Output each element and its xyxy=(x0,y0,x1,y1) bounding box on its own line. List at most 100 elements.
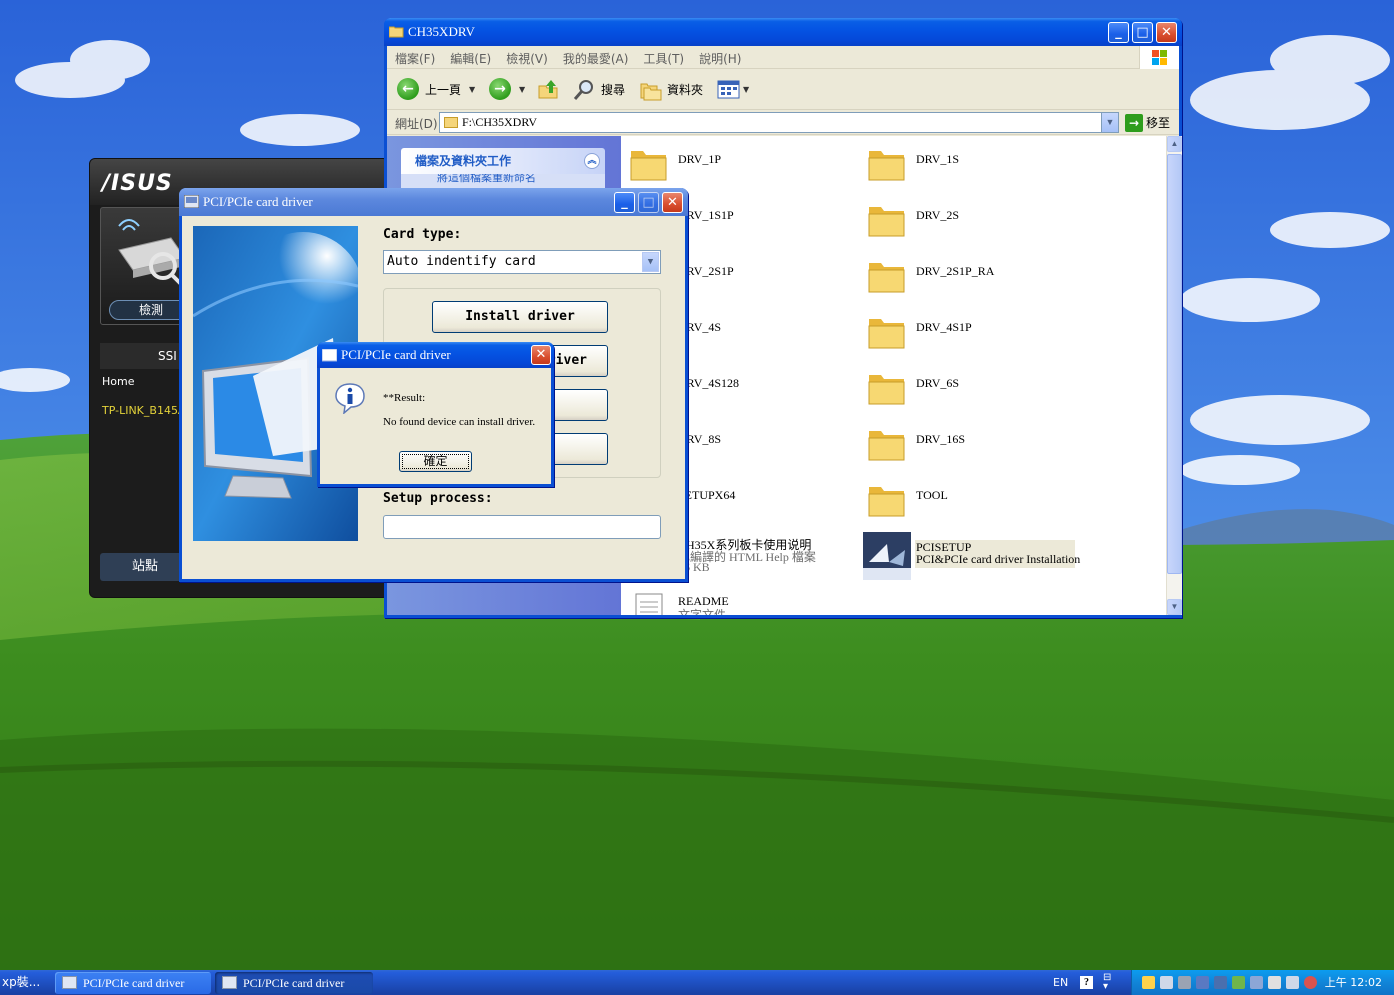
window-icon xyxy=(322,349,337,362)
views-dropdown-icon[interactable]: ▼ xyxy=(743,78,749,102)
views-icon xyxy=(717,80,740,99)
help-icon[interactable]: ? xyxy=(1080,976,1093,989)
file-name: DRV_1S xyxy=(916,152,960,166)
system-tray: 上午 12:02 xyxy=(1131,970,1394,995)
address-input[interactable]: F:\CH35XDRV ▼ xyxy=(439,112,1119,133)
menu-edit[interactable]: 編輯(E) xyxy=(442,46,498,67)
file-name: DRV_2S1P_RA xyxy=(916,264,995,278)
go-button[interactable]: → 移至 xyxy=(1125,113,1170,133)
file-tasks-body: 將這個檔案重新命名 xyxy=(401,174,605,188)
chevron-down-icon[interactable]: ▼ xyxy=(642,252,659,272)
card-type-select[interactable]: Auto indentify card ▼ xyxy=(383,250,661,274)
security-shield-icon[interactable] xyxy=(1142,976,1155,989)
app-window-icon xyxy=(222,976,237,989)
setup-app-icon xyxy=(863,532,911,580)
back-button[interactable]: ← 上一頁 ▼ xyxy=(397,78,477,104)
folder-icon xyxy=(868,487,905,517)
tool-icon[interactable] xyxy=(1178,976,1191,989)
windows-logo-icon xyxy=(1139,46,1179,69)
explorer-titlebar[interactable]: CH35XDRV _ □ ✕ xyxy=(384,18,1182,46)
address-value: F:\CH35XDRV xyxy=(462,115,538,129)
ok-button[interactable]: 確定 xyxy=(399,451,472,472)
result-message: No found device can install driver. xyxy=(383,416,536,428)
app-window-icon xyxy=(62,976,77,989)
keyboard-icon[interactable] xyxy=(1268,976,1281,989)
maximize-button[interactable]: □ xyxy=(1132,22,1153,43)
file-item-selected[interactable]: PCISETUP PCI&PCIe card driver Installati… xyxy=(863,532,1080,582)
collapse-chevron-icon[interactable]: ︽ xyxy=(584,153,600,169)
folders-label: 資料夾 xyxy=(667,83,704,97)
scroll-thumb[interactable] xyxy=(1167,154,1182,574)
search-button[interactable]: 搜尋 xyxy=(573,78,633,104)
language-bar-options-icon[interactable]: ⊟ ▾ xyxy=(1103,973,1111,992)
back-dropdown-icon[interactable]: ▼ xyxy=(469,78,475,102)
home-label: Home xyxy=(102,375,135,388)
up-folder-icon xyxy=(538,80,558,99)
forward-arrow-icon: → xyxy=(489,78,511,100)
display-icon[interactable] xyxy=(1214,976,1227,989)
views-button[interactable]: ▼ xyxy=(717,78,753,104)
task-label: PCI/PCIe card driver xyxy=(243,976,345,990)
language-indicator[interactable]: EN xyxy=(1053,970,1068,995)
rename-task-link[interactable]: 將這個檔案重新命名 xyxy=(437,174,536,184)
forward-button[interactable]: → ▼ xyxy=(489,78,529,104)
network-item[interactable]: TP-LINK_B145A xyxy=(102,404,185,417)
file-type: 文字文件 xyxy=(678,608,727,615)
card-type-value: Auto indentify card xyxy=(387,254,536,269)
msgbox-titlebar[interactable]: PCI/PCIe card driver ✕ xyxy=(317,342,554,368)
address-label: 網址(D) xyxy=(395,117,438,131)
menu-file[interactable]: 檔案(F) xyxy=(387,46,442,67)
result-label: **Result: xyxy=(383,392,426,404)
folder-icon xyxy=(868,263,905,293)
menu-help[interactable]: 說明(H) xyxy=(691,46,748,67)
address-dropdown-icon[interactable]: ▼ xyxy=(1101,113,1118,132)
device-icon[interactable] xyxy=(1196,976,1209,989)
taskbar-folder-task[interactable]: xp裝... xyxy=(0,970,50,995)
menu-favorites[interactable]: 我的最愛(A) xyxy=(555,46,636,67)
network-icon[interactable] xyxy=(1160,976,1173,989)
close-button[interactable]: ✕ xyxy=(531,345,551,365)
task-label: PCI/PCIe card driver xyxy=(83,976,185,990)
clock[interactable]: 上午 12:02 xyxy=(1325,970,1382,995)
app-window-icon xyxy=(184,195,199,208)
driver-title: PCI/PCIe card driver xyxy=(203,194,313,209)
search-icon xyxy=(573,80,593,100)
app-icon[interactable] xyxy=(1232,976,1245,989)
folders-icon xyxy=(640,83,662,101)
alert-icon[interactable] xyxy=(1304,976,1317,989)
message-box: PCI/PCIe card driver ✕ **Result: No foun… xyxy=(317,342,554,487)
connection-icon[interactable] xyxy=(1286,976,1299,989)
file-tasks-header[interactable]: 檔案及資料夾工作 ︽ xyxy=(401,148,605,174)
search-label: 搜尋 xyxy=(601,83,626,97)
msgbox-title: PCI/PCIe card driver xyxy=(341,347,451,362)
file-list: DRV_1P DRV_1S1P DRV_2S1P DRV_4S DRV_4S12… xyxy=(621,136,1166,615)
minimize-button[interactable]: _ xyxy=(1108,22,1129,43)
up-folder-button[interactable] xyxy=(537,78,559,104)
menu-view[interactable]: 檢視(V) xyxy=(498,46,555,67)
site-button[interactable]: 站點 xyxy=(100,553,190,581)
install-driver-button[interactable]: Install driver xyxy=(432,301,608,333)
scroll-down-icon[interactable]: ▼ xyxy=(1167,599,1182,615)
go-label: 移至 xyxy=(1146,116,1171,130)
maximize-button: □ xyxy=(638,192,659,213)
volume-icon[interactable] xyxy=(1250,976,1263,989)
scroll-up-icon[interactable]: ▲ xyxy=(1167,136,1182,152)
explorer-menubar: 檔案(F) 編輯(E) 檢視(V) 我的最愛(A) 工具(T) 說明(H) xyxy=(387,46,1179,69)
vertical-scrollbar[interactable]: ▲ ▼ xyxy=(1166,136,1182,615)
folder-icon xyxy=(868,375,905,405)
driver-titlebar[interactable]: PCI/PCIe card driver _ □ ✕ xyxy=(179,188,688,216)
folders-button[interactable]: 資料夾 xyxy=(639,78,709,104)
forward-dropdown-icon[interactable]: ▼ xyxy=(519,78,525,102)
setup-process-label: Setup process: xyxy=(383,491,493,506)
card-type-label: Card type: xyxy=(383,227,462,242)
close-button[interactable]: ✕ xyxy=(1156,22,1177,43)
minimize-button[interactable]: _ xyxy=(614,192,635,213)
menu-tools[interactable]: 工具(T) xyxy=(635,46,691,67)
folder-icon xyxy=(868,207,905,237)
setup-progress-bar xyxy=(383,515,661,539)
taskbar-task-driver-1[interactable]: PCI/PCIe card driver xyxy=(55,972,211,994)
taskbar-task-driver-2[interactable]: PCI/PCIe card driver xyxy=(215,972,373,994)
file-tasks-title: 檔案及資料夾工作 xyxy=(415,154,512,168)
asus-logo: /ISUS xyxy=(102,171,173,196)
close-button[interactable]: ✕ xyxy=(662,192,683,213)
